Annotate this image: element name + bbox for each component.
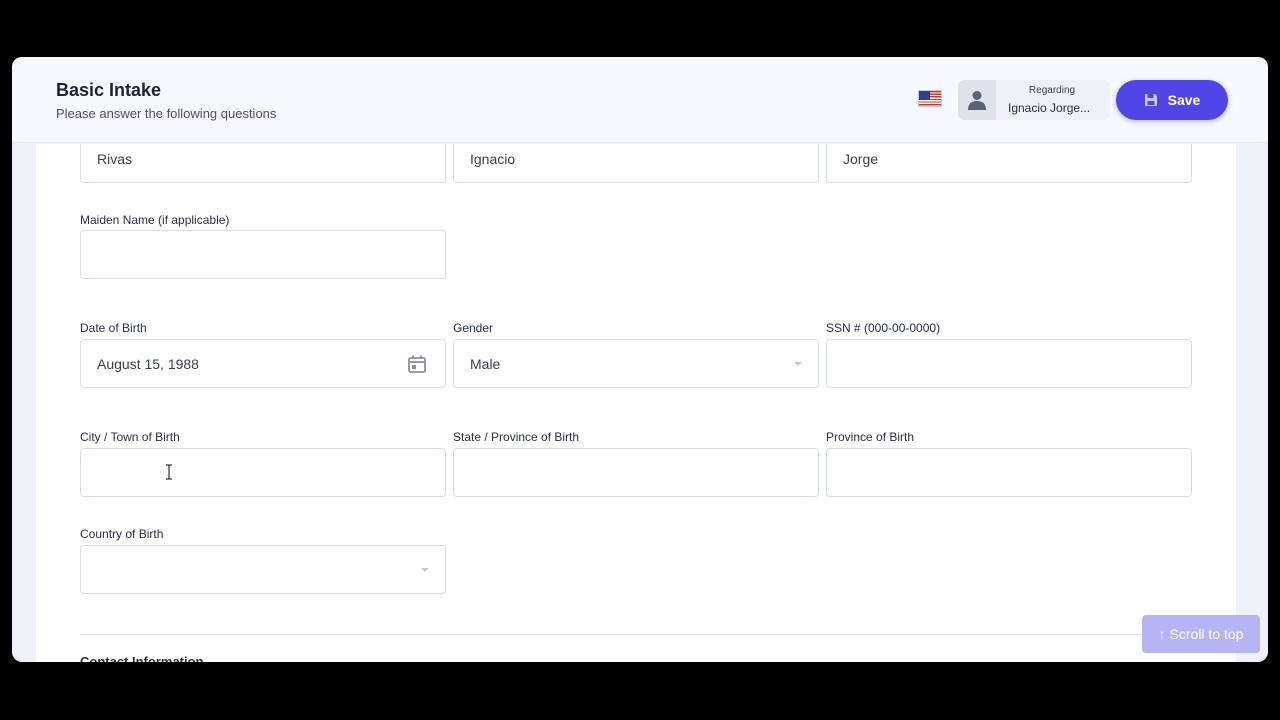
- middle-name-value: Jorge: [843, 150, 879, 167]
- city-birth-input[interactable]: [80, 448, 446, 497]
- page-title: Basic Intake: [56, 80, 162, 100]
- dob-value: August 15, 1988: [97, 355, 199, 372]
- page-subtitle: Please answer the following questions: [56, 106, 277, 121]
- gender-value: Male: [470, 355, 501, 372]
- regarding-name: Ignacio Jorge...: [1008, 101, 1091, 115]
- calendar-icon[interactable]: [407, 354, 427, 374]
- save-button[interactable]: Save: [1116, 80, 1228, 120]
- section-divider: [80, 634, 1190, 635]
- save-button-label: Save: [1167, 92, 1201, 108]
- first-name-input[interactable]: Ignacio: [453, 144, 819, 183]
- middle-name-input[interactable]: Jorge: [826, 144, 1192, 183]
- text-cursor-icon: [166, 464, 172, 480]
- ssn-input[interactable]: [826, 339, 1192, 388]
- form-content: Rivas Ignacio Jorge Maiden Name (if appl…: [36, 144, 1236, 662]
- chevron-down-icon: [421, 568, 429, 572]
- province-birth-input[interactable]: [826, 448, 1192, 497]
- arrow-up-icon: ↑: [1158, 626, 1166, 642]
- app-window: Basic Intake Please answer the following…: [12, 57, 1268, 662]
- country-birth-select[interactable]: [80, 545, 446, 594]
- regarding-label: Regarding: [1028, 85, 1076, 96]
- maiden-name-label: Maiden Name (if applicable): [80, 213, 230, 227]
- city-birth-label: City / Town of Birth: [80, 430, 180, 444]
- state-birth-input[interactable]: [453, 448, 819, 497]
- page-header: Basic Intake Please answer the following…: [12, 57, 1268, 143]
- ssn-label: SSN # (000-00-0000): [826, 321, 941, 335]
- state-birth-label: State / Province of Birth: [453, 430, 580, 444]
- gender-select[interactable]: Male: [453, 339, 819, 388]
- section-heading: Contact Information: [80, 654, 204, 662]
- us-flag-icon[interactable]: [918, 90, 942, 107]
- scroll-to-top-button[interactable]: ↑ Scroll to top: [1142, 615, 1260, 653]
- first-name-value: Ignacio: [470, 150, 516, 167]
- regarding-selector[interactable]: Regarding Ignacio Jorge...: [958, 80, 1110, 120]
- maiden-name-input[interactable]: [80, 230, 446, 279]
- last-name-input[interactable]: Rivas: [80, 144, 446, 183]
- last-name-value: Rivas: [97, 150, 133, 167]
- country-birth-label: Country of Birth: [80, 527, 164, 541]
- user-icon: [958, 80, 996, 120]
- gender-label: Gender: [453, 321, 494, 335]
- province-birth-label: Province of Birth: [826, 430, 915, 444]
- dob-input[interactable]: August 15, 1988: [80, 339, 446, 388]
- scroll-to-top-label: Scroll to top: [1169, 626, 1244, 642]
- floppy-disk-icon: [1144, 94, 1157, 106]
- chevron-down-icon: [794, 362, 802, 366]
- dob-label: Date of Birth: [80, 321, 147, 335]
